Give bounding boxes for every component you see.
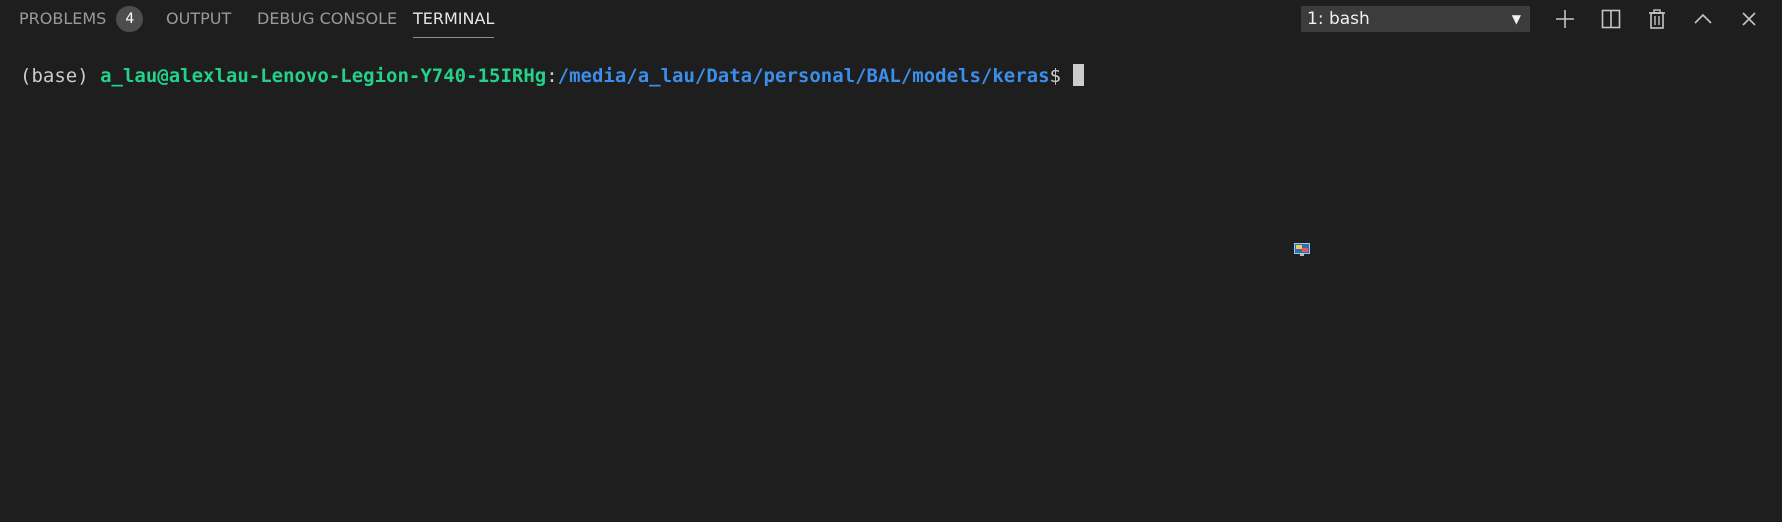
prompt-path: /media/a_lau/Data/personal/BAL/models/ke…	[557, 65, 1050, 87]
prompt-symbol: $	[1049, 65, 1073, 87]
terminal-cursor	[1073, 64, 1085, 86]
prompt-colon: :	[546, 65, 558, 87]
chevron-down-icon: ▼	[1511, 12, 1521, 26]
plus-icon	[1556, 10, 1574, 28]
tab-problems[interactable]: PROBLEMS 4	[19, 0, 144, 38]
tab-output[interactable]: OUTPUT	[166, 0, 231, 38]
terminal-panel: PROBLEMS 4 OUTPUT DEBUG CONSOLE TERMINAL …	[0, 0, 1782, 522]
tab-terminal[interactable]: TERMINAL	[413, 0, 495, 38]
panel-tab-bar: PROBLEMS 4 OUTPUT DEBUG CONSOLE TERMINAL …	[0, 0, 1782, 40]
close-icon	[1742, 12, 1756, 26]
split-icon	[1601, 9, 1621, 29]
tab-problems-label: PROBLEMS	[19, 9, 107, 28]
terminal-output[interactable]: (base) a_lau@alexlau-Lenovo-Legion-Y740-…	[20, 62, 1085, 90]
tab-debug-console-label: DEBUG CONSOLE	[257, 9, 398, 28]
prompt-user-host: a_lau@alexlau-Lenovo-Legion-Y740-15IRHg	[100, 65, 547, 87]
maximize-panel-button[interactable]	[1688, 4, 1718, 34]
new-terminal-button[interactable]	[1550, 4, 1580, 34]
trash-icon	[1649, 9, 1665, 29]
tab-output-label: OUTPUT	[166, 9, 232, 28]
close-panel-button[interactable]	[1734, 4, 1764, 34]
terminal-instance-value: 1: bash	[1307, 9, 1370, 29]
split-terminal-button[interactable]	[1596, 4, 1626, 34]
kill-terminal-button[interactable]	[1642, 4, 1672, 34]
tab-debug-console[interactable]: DEBUG CONSOLE	[257, 0, 397, 38]
problems-count-badge: 4	[116, 5, 144, 32]
tab-terminal-label: TERMINAL	[413, 9, 495, 28]
monitor-icon	[1294, 243, 1310, 256]
chevron-up-icon	[1694, 13, 1712, 24]
conda-env-prefix: (base)	[20, 65, 101, 87]
terminal-instance-select[interactable]: 1: bash ▼	[1301, 6, 1530, 32]
